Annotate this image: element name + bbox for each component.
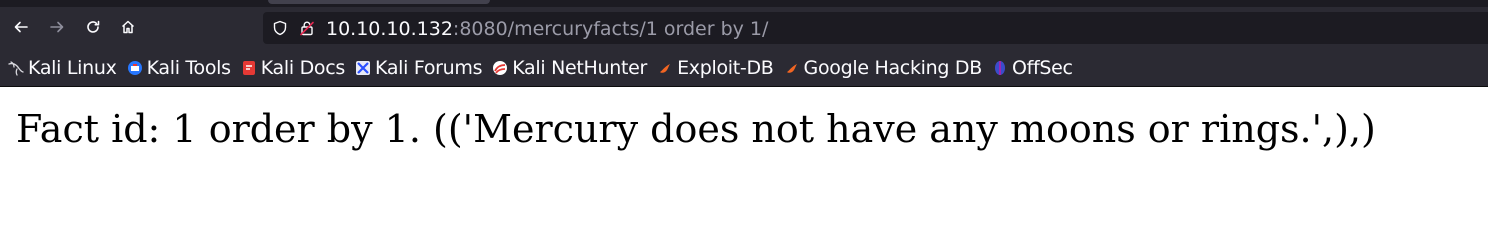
home-button[interactable] — [114, 13, 142, 41]
kali-docs-icon — [241, 60, 257, 76]
forward-button[interactable] — [43, 13, 71, 41]
bookmark-kali-docs[interactable]: Kali Docs — [241, 57, 345, 79]
home-icon — [120, 19, 136, 35]
bookmark-label: Kali Tools — [146, 57, 231, 79]
bookmark-label: Google Hacking DB — [803, 57, 983, 79]
bookmark-google-hacking-db[interactable]: Google Hacking DB — [784, 57, 982, 79]
reload-button[interactable] — [79, 13, 107, 41]
url-path: :8080/mercuryfacts/1 order by 1/ — [452, 18, 769, 40]
bookmark-label: Exploit-DB — [677, 57, 774, 79]
kali-tools-icon — [127, 60, 143, 76]
browser-chrome: 10.10.10.132:8080/mercuryfacts/1 order b… — [0, 0, 1488, 87]
bookmark-label: Kali Docs — [260, 57, 346, 79]
bookmark-kali-linux[interactable]: Kali Linux — [8, 57, 117, 79]
kali-dragon-icon — [8, 60, 24, 76]
bookmark-kali-nethunter[interactable]: Kali NetHunter — [492, 57, 647, 79]
url-host: 10.10.10.132 — [326, 18, 453, 40]
url-text[interactable]: 10.10.10.132:8080/mercuryfacts/1 order b… — [326, 18, 768, 40]
bookmark-kali-forums[interactable]: Kali Forums — [355, 57, 483, 79]
bookmarks-toolbar: Kali Linux Kali Tools Kali Docs Kali For… — [0, 50, 1488, 86]
offsec-icon — [992, 60, 1008, 76]
bookmark-label: OffSec — [1011, 57, 1073, 79]
shield-icon[interactable] — [271, 19, 289, 37]
google-hacking-db-icon — [784, 60, 800, 76]
back-button[interactable] — [7, 13, 35, 41]
tab-strip — [0, 0, 1488, 7]
fact-text: Fact id: 1 order by 1. (('Mercury does n… — [16, 107, 1376, 151]
bookmark-label: Kali Linux — [28, 57, 117, 79]
insecure-lock-icon[interactable] — [298, 19, 316, 37]
back-arrow-icon — [13, 19, 29, 35]
reload-icon — [85, 19, 101, 35]
bookmark-exploit-db[interactable]: Exploit-DB — [657, 57, 774, 79]
kali-nethunter-icon — [492, 60, 508, 76]
url-bar[interactable]: 10.10.10.132:8080/mercuryfacts/1 order b… — [263, 12, 1488, 44]
page-content: Fact id: 1 order by 1. (('Mercury does n… — [0, 87, 1488, 211]
active-tab[interactable] — [268, 0, 490, 4]
bookmark-label: Kali Forums — [375, 57, 483, 79]
forward-arrow-icon — [49, 19, 65, 35]
exploit-db-icon — [657, 60, 673, 76]
kali-forums-icon — [355, 60, 371, 76]
bookmark-offsec[interactable]: OffSec — [992, 57, 1073, 79]
navigation-toolbar: 10.10.10.132:8080/mercuryfacts/1 order b… — [0, 7, 1488, 47]
bookmark-kali-tools[interactable]: Kali Tools — [127, 57, 231, 79]
bookmark-label: Kali NetHunter — [512, 57, 648, 79]
